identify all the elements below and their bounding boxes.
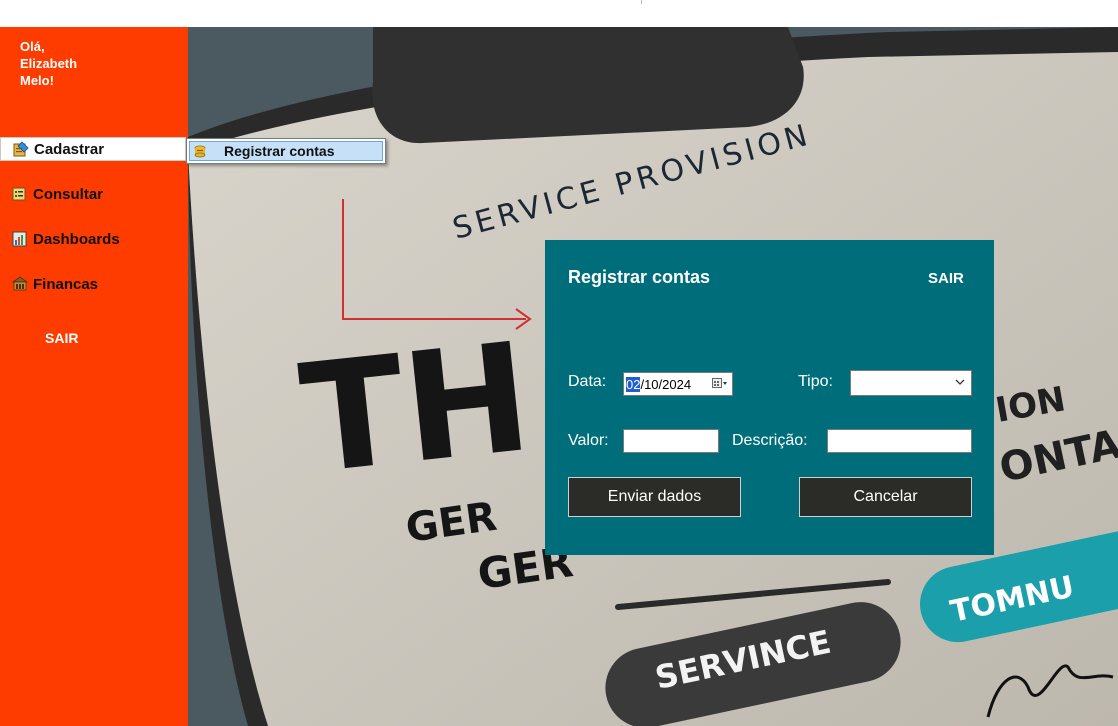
bg-text-th: TH — [294, 311, 539, 508]
descricao-label: Descrição: — [732, 432, 808, 449]
sidebar-item-consultar[interactable]: Consultar — [0, 182, 186, 206]
sidebar-sair-button[interactable]: SAIR — [45, 330, 78, 346]
sidebar-item-label: Dashboards — [33, 230, 120, 248]
register-icon — [13, 141, 29, 157]
calendar-dropdown-icon[interactable] — [712, 378, 728, 389]
descricao-input[interactable] — [827, 429, 972, 453]
submenu-item-label: Registrar contas — [224, 143, 335, 159]
tipo-select[interactable] — [850, 370, 972, 396]
submenu-item-registrar-contas[interactable]: Registrar contas — [189, 141, 383, 161]
sidebar-item-dashboards[interactable]: Dashboards — [0, 227, 186, 251]
sidebar-item-label: Consultar — [33, 185, 104, 203]
data-label: Data: — [568, 373, 607, 390]
title-bar-mark — [641, 0, 642, 4]
dialog-sair-button[interactable]: SAIR — [928, 270, 964, 287]
valor-label: Valor: — [568, 432, 609, 449]
coins-icon — [194, 145, 206, 157]
sidebar-item-label: Cadastrar — [34, 140, 105, 158]
search-list-icon — [12, 187, 26, 201]
chevron-down-icon — [955, 379, 965, 385]
date-picker[interactable]: 02/10/2024 — [623, 372, 733, 396]
bank-icon — [12, 276, 28, 291]
sidebar-item-financas[interactable]: Financas — [0, 272, 186, 296]
date-rest: /10/2024 — [640, 376, 692, 392]
greeting-text: Olá, Elizabeth Melo! — [20, 39, 78, 88]
sidebar-item-label: Financas — [33, 275, 99, 293]
sidebar-item-cadastrar[interactable]: Cadastrar — [0, 137, 186, 161]
date-day-selected: 02 — [626, 376, 641, 392]
chart-icon — [12, 231, 27, 247]
cadastrar-submenu: Registrar contas — [186, 138, 386, 164]
sidebar: Olá, Elizabeth Melo! Cadastrar Consultar… — [0, 27, 188, 726]
window-title-bar — [0, 0, 1118, 27]
tipo-label: Tipo: — [798, 373, 833, 390]
valor-input[interactable] — [623, 429, 719, 453]
cancelar-button[interactable]: Cancelar — [799, 477, 972, 517]
enviar-dados-button[interactable]: Enviar dados — [568, 477, 741, 517]
dialog-title: Registrar contas — [568, 267, 711, 287]
registrar-contas-dialog: Registrar contas SAIR Data: 02/10/2024 T… — [545, 240, 994, 555]
